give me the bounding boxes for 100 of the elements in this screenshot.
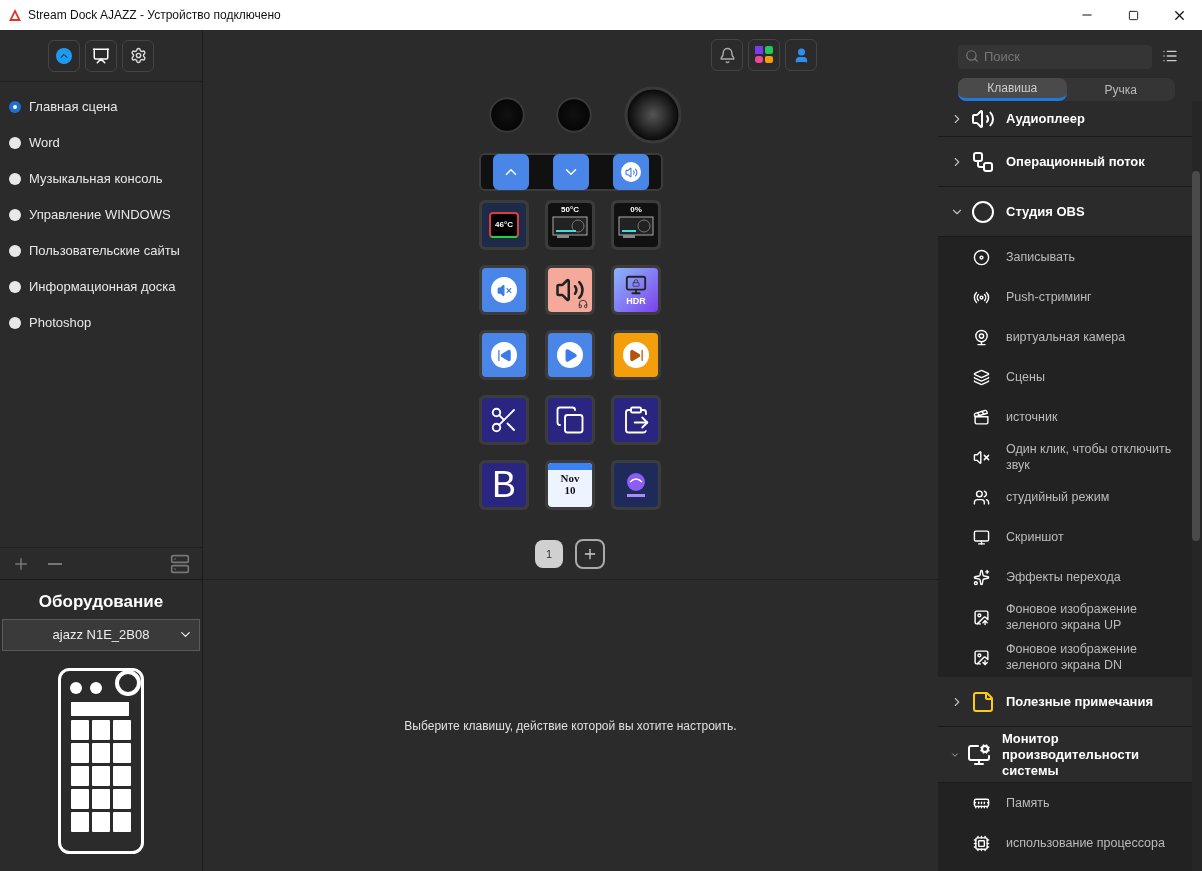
action-item[interactable]: Сцены [938, 357, 1192, 397]
mute-icon [973, 448, 990, 466]
key-button[interactable] [479, 395, 529, 445]
key-button[interactable] [545, 265, 595, 315]
clapperboard-icon [973, 408, 990, 426]
key-button[interactable] [545, 395, 595, 445]
list-view-button[interactable] [1162, 48, 1178, 64]
key-button[interactable]: 0% [611, 200, 661, 250]
tab[interactable]: Клавиша [958, 78, 1067, 101]
scene-item[interactable]: Word [0, 125, 202, 161]
key-button[interactable]: Nov 10 [545, 460, 595, 510]
key-button[interactable] [611, 330, 661, 380]
maximize-icon [1127, 9, 1139, 21]
key-button[interactable] [545, 330, 595, 380]
volume-icon [621, 162, 641, 182]
scene-item[interactable]: Photoshop [0, 305, 202, 341]
radio-button[interactable] [9, 245, 21, 257]
section-title: Оборудование [38, 591, 164, 613]
category-header[interactable]: Студия OBS [938, 187, 1192, 237]
window-title: Stream Dock AJAZZ - Устройство подключено [28, 7, 281, 24]
apps-icon [754, 45, 774, 65]
list-icon [1162, 48, 1178, 64]
search-icon [965, 49, 979, 63]
action-item[interactable]: Эффекты перехода [938, 557, 1192, 597]
key-button[interactable] [479, 330, 529, 380]
scene-item[interactable]: Пользовательские сайты [0, 233, 202, 269]
action-item[interactable]: Память [938, 783, 1192, 823]
device-dropdown[interactable]: ajazz N1E_2B08 [2, 618, 200, 651]
key-button[interactable] [479, 265, 529, 315]
notification-button[interactable] [711, 39, 743, 71]
key-button[interactable] [611, 460, 661, 510]
settings-icon [129, 47, 147, 64]
key-button[interactable] [611, 395, 661, 445]
graphics-card-icon [551, 215, 589, 239]
key-button[interactable]: 46°C [479, 200, 529, 250]
radio-button[interactable] [9, 173, 21, 185]
add-page-button[interactable] [575, 539, 605, 569]
key-button[interactable]: 50°C [545, 200, 595, 250]
radio-button[interactable] [9, 209, 21, 221]
page-button[interactable]: 1 [535, 540, 563, 568]
apps-button[interactable] [748, 39, 780, 71]
action-item[interactable]: источник [938, 397, 1192, 437]
scrollbar[interactable] [1192, 101, 1202, 871]
webcam-icon [973, 328, 990, 346]
touch-key[interactable] [493, 154, 529, 190]
skip-back-icon [491, 342, 517, 368]
bell-icon [718, 46, 736, 64]
category-header[interactable]: Аудиоплеер [938, 101, 1192, 137]
action-item[interactable]: использование процессора [938, 823, 1192, 863]
mute-icon [491, 277, 517, 303]
store-button[interactable] [48, 39, 80, 72]
radio-button[interactable] [9, 317, 21, 329]
graphics-card-icon [617, 215, 655, 239]
action-item[interactable]: Фоновое изображение зеленого экрана DN [938, 637, 1192, 677]
monitor-icon [967, 742, 991, 767]
radio-button[interactable] [9, 281, 21, 293]
minus-icon [48, 562, 62, 565]
layers-icon [973, 368, 990, 386]
action-item[interactable]: Записывать [938, 237, 1192, 277]
sticky-note-icon [971, 689, 995, 714]
settings-button[interactable] [122, 39, 154, 72]
monitor-icon [973, 528, 990, 546]
store-icon [56, 47, 72, 64]
sparkles-icon [973, 568, 990, 586]
copy-icon [555, 405, 585, 435]
account-button[interactable] [785, 39, 817, 71]
skip-forward-icon [623, 342, 649, 368]
action-item[interactable]: Один клик, чтобы отключить звук [938, 437, 1192, 477]
obs-icon [971, 199, 995, 224]
server-icon [170, 553, 190, 574]
scene-item[interactable]: Управление WINDOWS [0, 197, 202, 233]
key-button[interactable]: HDR [611, 265, 661, 315]
server-edit-button[interactable] [170, 553, 190, 574]
plus-icon [582, 546, 598, 562]
radio-button[interactable] [9, 101, 21, 113]
touch-key[interactable] [613, 154, 649, 190]
action-item[interactable]: виртуальная камера [938, 317, 1192, 357]
people-icon [973, 488, 990, 506]
scene-item[interactable]: Информационная доска [0, 269, 202, 305]
tab[interactable]: Ручка [1066, 78, 1175, 101]
action-item[interactable]: студийный режим [938, 477, 1192, 517]
presentation-button[interactable] [85, 39, 117, 72]
hint-text: Выберите клавишу, действие которой вы хотите настроить. [404, 717, 737, 735]
scene-item[interactable]: Главная сцена [0, 89, 202, 125]
touch-key[interactable] [553, 154, 589, 190]
locked-monitor-icon [625, 274, 647, 296]
category-header[interactable]: Монитор производительности системы [938, 727, 1192, 783]
key-button[interactable]: B [479, 460, 529, 510]
scene-item[interactable]: Музыкальная консоль [0, 161, 202, 197]
action-item[interactable]: Фоновое изображение зеленого экрана UP [938, 597, 1192, 637]
radio-button[interactable] [9, 137, 21, 149]
search-field[interactable]: Поиск [958, 44, 1152, 69]
action-item[interactable]: Скриншот [938, 517, 1192, 557]
image-icon [973, 648, 990, 666]
record-icon [973, 248, 990, 266]
action-item[interactable]: Push-стриминг [938, 277, 1192, 317]
category-header[interactable]: Полезные примечания [938, 677, 1192, 727]
category-header[interactable]: Операционный поток [938, 137, 1192, 187]
chip-icon [973, 834, 990, 852]
workflow-icon [971, 149, 995, 174]
